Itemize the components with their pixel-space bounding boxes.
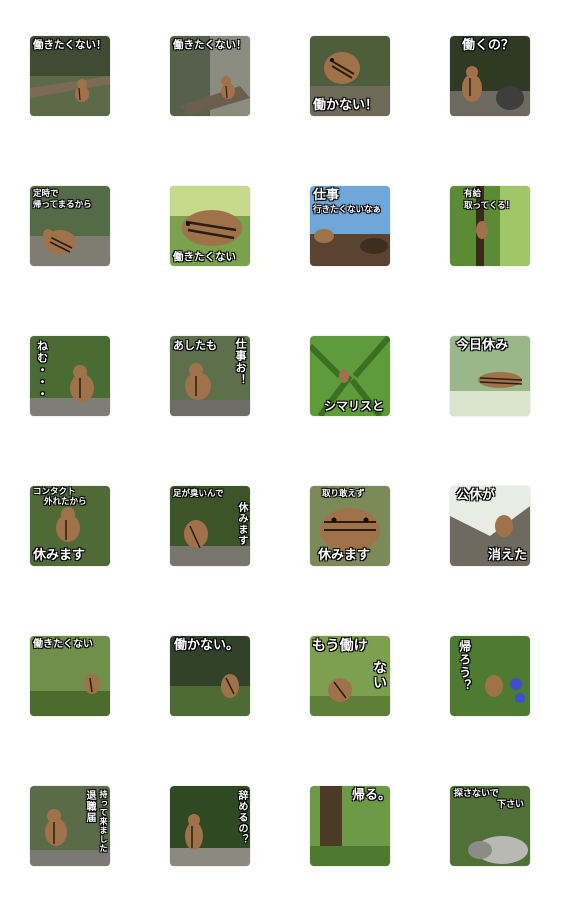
sticker-caption-line1: あしたも bbox=[173, 339, 217, 352]
sticker-caption-line1: 仕事 bbox=[313, 188, 340, 203]
sticker-caption-line1: 足が臭いんで bbox=[173, 489, 224, 499]
sticker-caption: 働きたくない bbox=[33, 639, 93, 650]
sticker-caption-line2: 消えた bbox=[487, 548, 527, 564]
sticker-caption-line2: 取ってくる！ bbox=[464, 201, 515, 211]
sticker-5[interactable]: 定時で 帰ってまるから bbox=[30, 186, 110, 266]
sticker-8[interactable]: 有給 取ってくる！ bbox=[450, 186, 530, 266]
sticker-6[interactable]: 働きたくない bbox=[170, 186, 250, 266]
sticker-22[interactable]: 辞めるの？ bbox=[170, 786, 250, 866]
sticker-12[interactable]: 今日休み bbox=[450, 336, 530, 416]
sticker-caption-line2: 持って来ました bbox=[99, 790, 108, 853]
sticker-18[interactable]: 働かない。 bbox=[170, 636, 250, 716]
sticker-caption: 働きたくない！ bbox=[173, 39, 247, 51]
sticker-caption-line2: 行きたくないなぁ bbox=[313, 205, 382, 215]
sticker-2[interactable]: 働きたくない！ bbox=[170, 36, 250, 116]
sticker-caption: ねむ・・・ bbox=[35, 340, 49, 400]
sticker-caption-line1: 探さないで bbox=[454, 789, 499, 799]
sticker-caption: 働きたくない！ bbox=[33, 39, 107, 51]
sticker-caption-line1: もう働け bbox=[312, 638, 368, 654]
sticker-10[interactable]: あしたも 仕事お！ bbox=[170, 336, 250, 416]
sticker-17[interactable]: 働きたくない bbox=[30, 636, 110, 716]
sticker-11[interactable]: シマリスと bbox=[310, 336, 390, 416]
sticker-caption: 帰る。 bbox=[352, 788, 390, 803]
sticker-caption-line2: 休みます bbox=[236, 502, 247, 546]
sticker-3[interactable]: 働かない！ bbox=[310, 36, 390, 116]
sticker-caption: 今日休み bbox=[456, 338, 509, 353]
sticker-caption-line1: 定時で bbox=[33, 189, 59, 199]
sticker-caption: 働きたくない bbox=[173, 250, 236, 263]
sticker-24[interactable]: 探さないで 下さい bbox=[450, 786, 530, 866]
sticker-caption-line1: 退職届 bbox=[84, 790, 95, 823]
sticker-16[interactable]: 公休が 消えた bbox=[450, 486, 530, 566]
sticker-caption-line2: 帰ってまるから bbox=[33, 200, 92, 210]
sticker-caption-line2: 下さい bbox=[496, 800, 524, 810]
sticker-caption-line1: 取り敢えず bbox=[322, 489, 365, 499]
sticker-grid: 働きたくない！ 働きたくない！ 働かない！ 働くの？ 定時で 帰ってまるから 働… bbox=[0, 0, 562, 900]
sticker-caption: 帰ろう？ bbox=[457, 640, 472, 692]
sticker-caption-line2: ない bbox=[371, 660, 387, 690]
sticker-caption: 働かない！ bbox=[313, 98, 379, 114]
sticker-1[interactable]: 働きたくない！ bbox=[30, 36, 110, 116]
sticker-caption: 働くの？ bbox=[462, 38, 515, 53]
sticker-7[interactable]: 仕事 行きたくないなぁ bbox=[310, 186, 390, 266]
sticker-19[interactable]: もう働け ない bbox=[310, 636, 390, 716]
sticker-9[interactable]: ねむ・・・ bbox=[30, 336, 110, 416]
sticker-14[interactable]: 足が臭いんで 休みます bbox=[170, 486, 250, 566]
sticker-caption: 働かない。 bbox=[174, 638, 240, 653]
sticker-13[interactable]: コンタクト 外れたから 休みます bbox=[30, 486, 110, 566]
sticker-21[interactable]: 退職届 持って来ました bbox=[30, 786, 110, 866]
sticker-caption: シマリスと bbox=[324, 399, 385, 414]
sticker-caption-line2: 休みます bbox=[318, 548, 371, 564]
sticker-15[interactable]: 取り敢えず 休みます bbox=[310, 486, 390, 566]
sticker-caption-line2: 仕事お！ bbox=[234, 338, 247, 386]
sticker-caption-line1: 有給 bbox=[464, 189, 482, 199]
sticker-caption: 辞めるの？ bbox=[236, 790, 247, 845]
chipmunk-photo bbox=[450, 186, 530, 266]
sticker-caption-line1: コンタクト bbox=[33, 487, 76, 497]
sticker-4[interactable]: 働くの？ bbox=[450, 36, 530, 116]
sticker-caption-line3: 休みます bbox=[33, 548, 86, 564]
sticker-caption-line1: 公休が bbox=[456, 488, 496, 503]
sticker-caption-line2: 外れたから bbox=[44, 497, 87, 507]
sticker-20[interactable]: 帰ろう？ bbox=[450, 636, 530, 716]
sticker-23[interactable]: 帰る。 bbox=[310, 786, 390, 866]
